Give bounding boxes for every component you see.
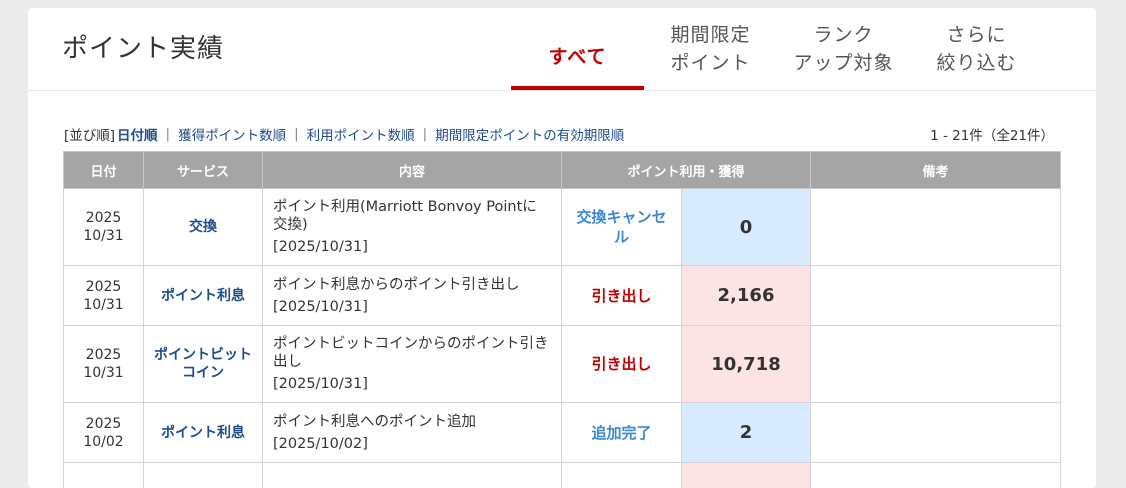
sort-label: [並び順]: [64, 124, 115, 144]
column-header-date: 日付: [64, 152, 144, 189]
tab-bar: すべて 期間限定 ポイント ランク アップ対象 さらに 絞り込む: [511, 8, 1043, 90]
row-description: ポイント利息へのポイント追加: [273, 414, 476, 430]
row-description: ポイント利息からのポイント引き出し: [273, 277, 520, 293]
row-month-day: 10/31: [83, 365, 123, 381]
row-month-day: 10/31: [83, 297, 123, 313]
row-content-date: [2025/10/31]: [273, 238, 551, 256]
row-month-day: 10/02: [83, 434, 123, 450]
row-content-date: [2025/10/02]: [273, 435, 551, 453]
row-points: 2: [682, 403, 811, 463]
table-row: [64, 463, 1061, 488]
row-content-date: [2025/10/31]: [273, 298, 551, 316]
points-history-card: ポイント実績 すべて 期間限定 ポイント ランク アップ対象 さらに 絞り込む …: [28, 8, 1096, 488]
row-note: [811, 189, 1061, 266]
row-year: 2025: [86, 347, 122, 363]
sort-bar: [並び順] 日付順 | 獲得ポイント数順 | 利用ポイント数順 | 期間限定ポイ…: [64, 124, 1054, 144]
points-table: 日付 サービス 内容 ポイント利用・獲得 備考 2025 10/31 交換 ポイン…: [63, 151, 1061, 488]
row-date: 2025 10/02: [64, 403, 144, 463]
table-row: 2025 10/31 交換 ポイント利用(Marriott Bonvoy Poin…: [64, 189, 1061, 266]
page-title: ポイント実績: [62, 28, 224, 65]
tab-rank-up[interactable]: ランク アップ対象: [777, 8, 910, 90]
row-content: ポイント利用(Marriott Bonvoy Pointに交換) [2025/10…: [263, 189, 562, 266]
row-month-day: 10/31: [83, 228, 123, 244]
row-action-withdraw: 引き出し: [562, 266, 682, 326]
row-date: 2025 10/31: [64, 266, 144, 326]
tab-limited-points-label-1: 期間限定: [670, 21, 750, 49]
table-row: 2025 10/31 ポイント利息 ポイント利息からのポイント引き出し [2025/…: [64, 266, 1061, 326]
header: ポイント実績 すべて 期間限定 ポイント ランク アップ対象 さらに 絞り込む: [28, 8, 1096, 91]
row-action-added: 追加完了: [562, 403, 682, 463]
tab-limited-points[interactable]: 期間限定 ポイント: [644, 8, 777, 90]
sort-by-used-points[interactable]: 利用ポイント数順: [307, 124, 415, 144]
row-content-date: [2025/10/31]: [273, 375, 551, 393]
row-service: ポイントビットコイン: [144, 326, 263, 403]
column-header-service: サービス: [144, 152, 263, 189]
row-points: 0: [682, 189, 811, 266]
column-header-content: 内容: [263, 152, 562, 189]
row-description: ポイントビットコインからのポイント引き出し: [273, 336, 549, 370]
row-year: 2025: [86, 279, 122, 295]
row-service: 交換: [144, 189, 263, 266]
row-points: 2,166: [682, 266, 811, 326]
row-note: [811, 403, 1061, 463]
tab-filter-label-1: さらに: [946, 21, 1006, 49]
row-points: 10,718: [682, 326, 811, 403]
column-header-points: ポイント利用・獲得: [562, 152, 811, 189]
row-note: [811, 266, 1061, 326]
row-note: [811, 326, 1061, 403]
sort-separator: |: [294, 126, 299, 142]
row-action-withdraw: 引き出し: [562, 326, 682, 403]
sort-separator: |: [166, 126, 171, 142]
row-content: ポイントビットコインからのポイント引き出し [2025/10/31]: [263, 326, 562, 403]
row-service: ポイント利息: [144, 266, 263, 326]
table-header-row: 日付 サービス 内容 ポイント利用・獲得 備考: [64, 152, 1061, 189]
row-date: 2025 10/31: [64, 326, 144, 403]
row-content: ポイント利息へのポイント追加 [2025/10/02]: [263, 403, 562, 463]
tab-filter[interactable]: さらに 絞り込む: [910, 8, 1043, 90]
column-header-note: 備考: [811, 152, 1061, 189]
sort-by-earned-points[interactable]: 獲得ポイント数順: [178, 124, 286, 144]
table-row: 2025 10/31 ポイントビットコイン ポイントビットコインからのポイント引き…: [64, 326, 1061, 403]
row-year: 2025: [86, 416, 122, 432]
tab-all[interactable]: すべて: [511, 8, 644, 90]
row-date: 2025 10/31: [64, 189, 144, 266]
row-year: 2025: [86, 210, 122, 226]
table-row: 2025 10/02 ポイント利息 ポイント利息へのポイント追加 [2025/10/…: [64, 403, 1061, 463]
row-description: ポイント利用(Marriott Bonvoy Pointに交換): [273, 199, 537, 233]
sort-current-date: 日付順: [117, 124, 158, 144]
sort-separator: |: [423, 126, 428, 142]
row-action-exchange-cancel: 交換キャンセル: [562, 189, 682, 266]
tab-rank-up-label-2: アップ対象: [793, 49, 893, 77]
row-service: ポイント利息: [144, 403, 263, 463]
tab-filter-label-2: 絞り込む: [936, 49, 1016, 77]
result-count: 1 - 21件（全21件）: [930, 124, 1054, 144]
tab-rank-up-label-1: ランク: [813, 21, 873, 49]
tab-limited-points-label-2: ポイント: [670, 49, 750, 77]
tab-all-label: すべて: [549, 43, 607, 71]
sort-by-expiry[interactable]: 期間限定ポイントの有効期限順: [435, 124, 624, 144]
row-content: ポイント利息からのポイント引き出し [2025/10/31]: [263, 266, 562, 326]
